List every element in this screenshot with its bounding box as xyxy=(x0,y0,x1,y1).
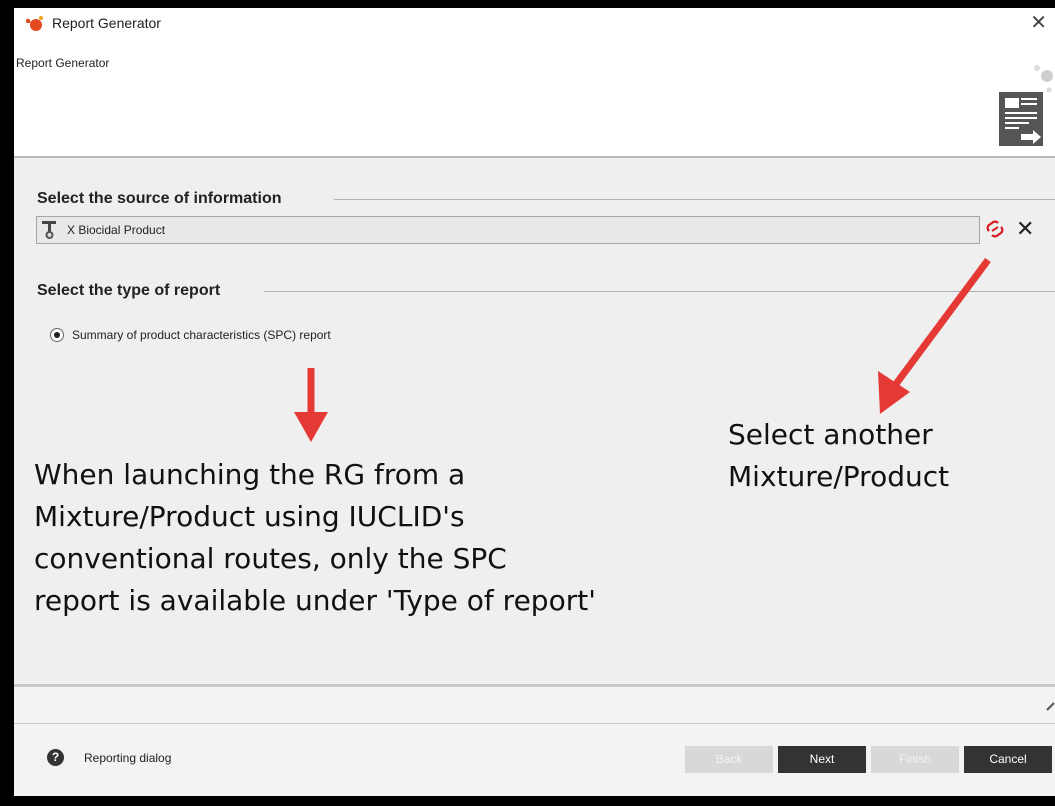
source-field[interactable]: X Biocidal Product xyxy=(36,216,980,244)
help-icon[interactable]: ? xyxy=(47,749,64,766)
report-document-icon xyxy=(999,65,1053,146)
down-arrow-icon xyxy=(294,368,328,442)
section-divider xyxy=(334,199,1055,200)
finish-button[interactable]: Finish xyxy=(871,746,959,773)
annotation-line: report is available under 'Type of repor… xyxy=(34,584,596,617)
dialog-header: Report Generator xyxy=(14,40,1055,160)
annotation-line: Select another xyxy=(728,418,933,451)
annotation-line: Mixture/Product using IUCLID's xyxy=(34,500,465,533)
report-type-option[interactable]: Summary of product characteristics (SPC)… xyxy=(50,328,331,342)
clear-source-button[interactable]: ✕ xyxy=(1016,216,1034,242)
back-button[interactable]: Back xyxy=(685,746,773,773)
title-bar: Report Generator ✕ xyxy=(14,8,1055,40)
next-button[interactable]: Next xyxy=(778,746,866,773)
diagonal-arrow-icon xyxy=(878,257,991,414)
source-section-title: Select the source of information xyxy=(37,190,288,208)
section-divider xyxy=(264,291,1055,292)
cancel-button[interactable]: Cancel xyxy=(964,746,1052,773)
annotation-line: When launching the RG from a xyxy=(34,458,466,491)
footer-label: Reporting dialog xyxy=(84,751,172,765)
link-icon[interactable] xyxy=(984,220,1006,238)
report-type-radio[interactable] xyxy=(50,328,64,342)
report-type-label: Summary of product characteristics (SPC)… xyxy=(72,328,331,342)
resize-grip-icon[interactable] xyxy=(1045,701,1055,711)
footer-divider xyxy=(14,723,1055,724)
mixture-product-icon xyxy=(42,221,56,239)
annotation-right: Select another Mixture/Product xyxy=(728,414,1048,498)
annotation-main: When launching the RG from a Mixture/Pro… xyxy=(34,454,774,622)
window-title: Report Generator xyxy=(52,15,161,31)
close-window-button[interactable]: ✕ xyxy=(1030,12,1047,34)
source-value: X Biocidal Product xyxy=(67,223,166,237)
annotation-line: conventional routes, only the SPC xyxy=(34,542,507,575)
type-section-title: Select the type of report xyxy=(37,282,227,300)
dialog-content: Select the source of information X Bioci… xyxy=(14,158,1055,686)
report-generator-window: Report Generator ✕ Report Generator Sele… xyxy=(14,8,1055,796)
annotation-line: Mixture/Product xyxy=(728,460,950,493)
header-subtitle: Report Generator xyxy=(16,56,110,70)
dialog-footer: ? Reporting dialog Back Next Finish Canc… xyxy=(14,687,1055,796)
iuclid-app-icon xyxy=(25,16,43,31)
